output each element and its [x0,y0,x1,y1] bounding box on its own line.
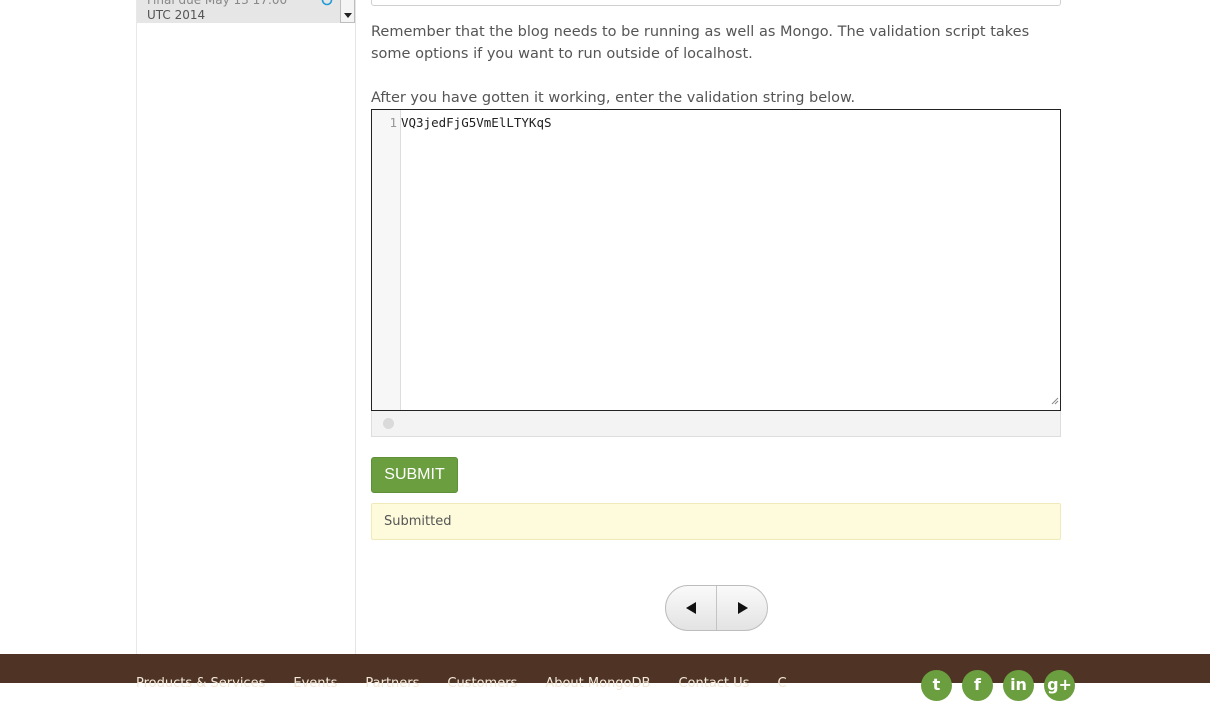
footer-link-about[interactable]: About MongoDB [545,676,650,691]
footer-link-customers[interactable]: Customers [447,676,517,691]
sidebar-scroll-down-button[interactable] [340,0,355,23]
linkedin-icon[interactable]: in [1003,670,1034,701]
resize-grip-icon[interactable] [1050,390,1059,409]
footer: Products & Services Events Partners Cust… [0,654,1210,701]
footer-link-more[interactable]: C [777,676,786,691]
footer-link-products[interactable]: Products & Services [136,676,265,691]
next-arrow-icon [738,602,748,614]
facebook-icon[interactable]: f [962,670,993,701]
status-dot-icon [383,418,394,429]
footer-link-events[interactable]: Events [293,676,337,691]
validation-prompt: After you have gotten it working, enter … [371,90,856,106]
sidebar-item-due[interactable]: Final due May 13 17:00 UTC 2014 [137,0,355,23]
sidebar: Final due May 13 17:00 UTC 2014 [136,0,356,655]
line-number: 1 [389,115,397,130]
twitter-icon[interactable]: t [921,670,952,701]
submit-button[interactable]: SUBMIT [371,457,458,493]
submission-status-message: Submitted [371,503,1061,540]
previous-button[interactable] [666,586,717,630]
google-plus-icon[interactable]: g+ [1044,670,1075,701]
pagination-nav [665,585,768,631]
previous-content-box [371,0,1061,6]
chevron-down-icon [344,13,352,18]
footer-link-contact[interactable]: Contact Us [678,676,749,691]
editor-status-bar [371,411,1061,437]
due-date-line-2: UTC 2014 [147,8,206,22]
footer-links: Products & Services Events Partners Cust… [136,676,815,691]
next-button[interactable] [717,586,767,630]
line-number-gutter: 1 [372,110,401,410]
code-line[interactable]: VQ3jedFjG5VmElLTYKqS [401,115,552,130]
due-date-line-1: Final due May 13 17:00 [147,0,288,7]
validation-code-editor[interactable]: 1 VQ3jedFjG5VmElLTYKqS [371,109,1061,411]
prev-arrow-icon [686,602,696,614]
instructions-paragraph: Remember that the blog needs to be runni… [371,24,1030,62]
footer-link-partners[interactable]: Partners [365,676,419,691]
watch-icon [321,0,333,12]
